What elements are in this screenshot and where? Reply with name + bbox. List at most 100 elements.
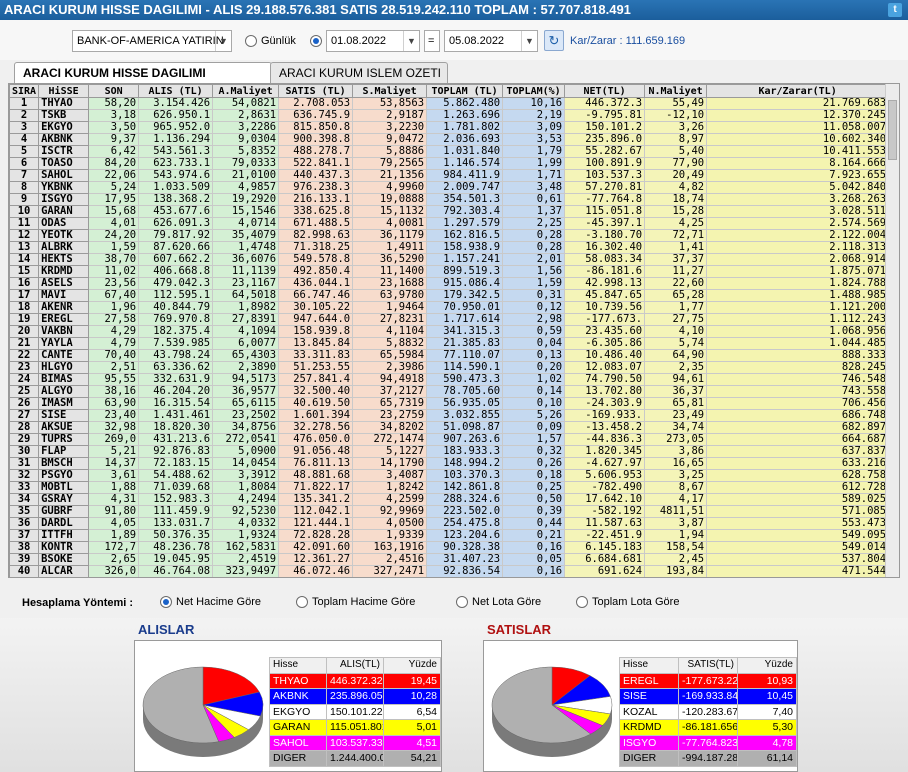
twitter-icon[interactable]: t: [888, 3, 902, 17]
table-row[interactable]: 9 ISGYO 17,95 138.368.2 19,2920 216.133.1 19,0…: [9, 193, 890, 206]
radio-daily[interactable]: Günlük: [245, 35, 296, 47]
date-from-picker[interactable]: 01.08.2022 ▼: [326, 30, 420, 52]
table-row[interactable]: 18 AKENR 1,96 40.844.79 1,8982 30.105.22 1,946…: [9, 301, 890, 314]
table-row[interactable]: 30 FLAP 5,21 92.876.83 5,0900 91.056.48 5,1227…: [9, 445, 890, 458]
table-row[interactable]: 11 ODAS 4,01 626.091.3 4,0714 671.488.5 4,0081…: [9, 217, 890, 230]
column-header[interactable]: SIRA: [9, 84, 40, 98]
tab-hisse-dagilimi[interactable]: ARACI KURUM HISSE DAGILIMI: [14, 62, 272, 85]
table-row[interactable]: 2 TSKB 3,18 626.950.1 2,8631 636.745.9 2,9187 1…: [9, 109, 890, 122]
table-cell: 21.769.683: [706, 97, 890, 110]
table-row[interactable]: 7 SAHOL 22,06 543.974.6 21,0100 440.437.3 21,1…: [9, 169, 890, 182]
table-cell: 612.728: [706, 481, 890, 494]
chevron-down-icon[interactable]: ▼: [521, 31, 537, 51]
table-cell: 28: [9, 421, 40, 434]
table-row[interactable]: 15 KRDMD 11,02 406.668.8 11,1139 492.850.4 11,…: [9, 265, 890, 278]
column-header[interactable]: TOPLAM (TL): [426, 84, 504, 98]
table-row[interactable]: 34 GSRAY 4,31 152.983.3 4,2494 135.341.2 4,259…: [9, 493, 890, 506]
table-cell: 2,3890: [212, 361, 280, 374]
table-row[interactable]: 27 SISE 23,40 1.431.461 23,2502 1.601.394 23,2…: [9, 409, 890, 422]
table-cell: 5,0900: [212, 445, 280, 458]
table-row[interactable]: 28 AKSUE 32,98 18.820.30 34,8756 32.278.56 34,…: [9, 421, 890, 434]
table-row[interactable]: 20 VAKBN 4,29 182.375.4 4,1094 158.939.8 4,110…: [9, 325, 890, 338]
table-row[interactable]: 14 HEKTS 38,70 607.662.2 36,6076 549.578.8 36,…: [9, 253, 890, 266]
column-header[interactable]: SON: [88, 84, 140, 98]
table-row[interactable]: 31 BMSCH 14,37 72.183.15 14,0454 76.811.13 14,…: [9, 457, 890, 470]
table-cell: 65,6115: [212, 397, 280, 410]
column-header[interactable]: NET(TL): [564, 84, 646, 98]
table-row[interactable]: 25 ALGYO 38,16 46.204.20 36,9577 32.500.40 37,…: [9, 385, 890, 398]
table-row[interactable]: 38 KONTR 172,7 48.236.78 162,5831 42.091.60 16…: [9, 541, 890, 554]
mini-cell: AKBNK: [269, 688, 327, 705]
table-row[interactable]: 13 ALBRK 1,59 87.620.66 1,4748 71.318.25 1,491…: [9, 241, 890, 254]
vertical-scrollbar[interactable]: [885, 84, 899, 577]
table-row[interactable]: 10 GARAN 15,68 453.677.6 15,1546 338.625.8 15,…: [9, 205, 890, 218]
table-row[interactable]: 35 GUBRF 91,80 111.459.9 92,5230 112.042.1 92,…: [9, 505, 890, 518]
radio-daily-dot[interactable]: [245, 35, 257, 47]
table-cell: 23,1167: [212, 277, 280, 290]
table-cell: 1.146.574: [426, 157, 504, 170]
table-row[interactable]: 37 ITTFH 1,89 50.376.35 1,9324 72.828.28 1,933…: [9, 529, 890, 542]
calc-option-0[interactable]: Net Hacime Göre: [160, 596, 261, 608]
radio-dot[interactable]: [160, 596, 172, 608]
chevron-down-icon[interactable]: ▼: [215, 31, 231, 51]
radio-dot[interactable]: [456, 596, 468, 608]
table-row[interactable]: 3 EKGYO 3,50 965.952.0 3,2286 815.850.8 3,2230…: [9, 121, 890, 134]
calc-option-3[interactable]: Toplam Lota Göre: [576, 596, 679, 608]
table-row[interactable]: 22 CANTE 70,40 43.798.24 65,4303 33.311.83 65,…: [9, 349, 890, 362]
table-row[interactable]: 36 DARDL 4,05 133.031.7 4,0332 121.444.1 4,050…: [9, 517, 890, 530]
table-cell: SISE: [38, 409, 90, 422]
refresh-icon[interactable]: ↻: [544, 30, 564, 51]
radio-range[interactable]: [310, 35, 326, 47]
table-cell: 46.204.20: [138, 385, 214, 398]
mini-row: SISE-169.933.84410,45: [619, 688, 797, 705]
column-header[interactable]: A.Maliyet: [212, 84, 280, 98]
column-header[interactable]: N.Maliyet: [644, 84, 708, 98]
table-cell: 3.268.263: [706, 193, 890, 206]
radio-range-dot[interactable]: [310, 35, 322, 47]
table-row[interactable]: 26 IMASM 63,90 16.315.54 65,6115 40.619.50 65,…: [9, 397, 890, 410]
column-header[interactable]: TOPLAM(%): [502, 84, 566, 98]
table-cell: 5: [9, 145, 40, 158]
broker-select[interactable]: BANK-OF-AMERICA YATIRIN ▼: [72, 30, 232, 52]
table-row[interactable]: 33 MOBTL 1,88 71.039.68 1,8084 71.822.17 1,824…: [9, 481, 890, 494]
table-row[interactable]: 39 BSOKE 2,65 19.045.95 2,4519 12.361.27 2,451…: [9, 553, 890, 566]
radio-dot[interactable]: [576, 596, 588, 608]
table-row[interactable]: 16 ASELS 23,56 479.042.3 23,1167 436.044.1 23,…: [9, 277, 890, 290]
table-cell: 1.033.509: [138, 181, 214, 194]
table-row[interactable]: 4 AKBNK 9,37 1.136.294 9,0304 900.398.8 9,0472…: [9, 133, 890, 146]
radio-dot[interactable]: [296, 596, 308, 608]
chevron-down-icon[interactable]: ▼: [403, 31, 419, 51]
calc-option-2[interactable]: Net Lota Göre: [456, 596, 541, 608]
table-row[interactable]: 32 PSGYO 3,61 54.488.62 3,3912 48.881.68 3,408…: [9, 469, 890, 482]
table-row[interactable]: 29 TUPRS 269,0 431.213.6 272,0541 476.050.0 27…: [9, 433, 890, 446]
table-cell: 36: [9, 517, 40, 530]
table-cell: 1,79: [502, 145, 566, 158]
table-row[interactable]: 24 BIMAS 95,55 332.631.9 94,5173 257.841.4 94,…: [9, 373, 890, 386]
date-to-picker[interactable]: 05.08.2022 ▼: [444, 30, 538, 52]
table-cell: 1,88: [88, 481, 140, 494]
table-cell: 18: [9, 301, 40, 314]
table-row[interactable]: 6 TOASO 84,20 623.733.1 79,0333 522.841.1 79,2…: [9, 157, 890, 170]
table-row[interactable]: 23 HLGYO 2,51 63.336.62 2,3890 51.253.55 2,398…: [9, 361, 890, 374]
table-row[interactable]: 17 MAVI 67,40 112.595.1 64,5018 66.747.46 63,9…: [9, 289, 890, 302]
table-cell: 91,80: [88, 505, 140, 518]
column-header[interactable]: Kar/Zarar(TL): [706, 84, 890, 98]
column-header[interactable]: HiSSE: [38, 84, 90, 98]
table-cell: 2: [9, 109, 40, 122]
table-row[interactable]: 21 YAYLA 4,79 7.539.985 6,0077 13.845.84 5,883…: [9, 337, 890, 350]
column-header[interactable]: SATIS (TL): [278, 84, 354, 98]
scrollbar-thumb[interactable]: [888, 100, 897, 160]
table-row[interactable]: 12 YEOTK 24,20 79.817.92 35,4079 82.998.63 36,…: [9, 229, 890, 242]
tab-islem-ozeti[interactable]: ARACI KURUM ISLEM OZETI: [270, 62, 448, 84]
column-header[interactable]: S.Maliyet: [352, 84, 428, 98]
table-row[interactable]: 19 EREGL 27,58 769.970.8 27,8391 947.644.0 27,…: [9, 313, 890, 326]
data-grid[interactable]: SIRA HiSSE SON ALIS (TL) A.Maliyet SATIS (TL)…: [8, 83, 900, 578]
column-header[interactable]: ALIS (TL): [138, 84, 214, 98]
table-row[interactable]: 5 ISCTR 6,42 543.561.3 5,8352 488.278.7 5,8886…: [9, 145, 890, 158]
table-cell: 5,8832: [352, 337, 428, 350]
table-row[interactable]: 40 ALCAR 326,0 46.764.08 323,9497 46.072.46 32…: [9, 565, 890, 577]
calc-option-1[interactable]: Toplam Hacime Göre: [296, 596, 415, 608]
table-row[interactable]: 1 THYAO 58,20 3.154.426 54,0821 2.708.053 53,8…: [9, 97, 890, 110]
table-cell: 628.758: [706, 469, 890, 482]
table-row[interactable]: 8 YKBNK 5,24 1.033.509 4,9857 976.238.3 4,9960…: [9, 181, 890, 194]
